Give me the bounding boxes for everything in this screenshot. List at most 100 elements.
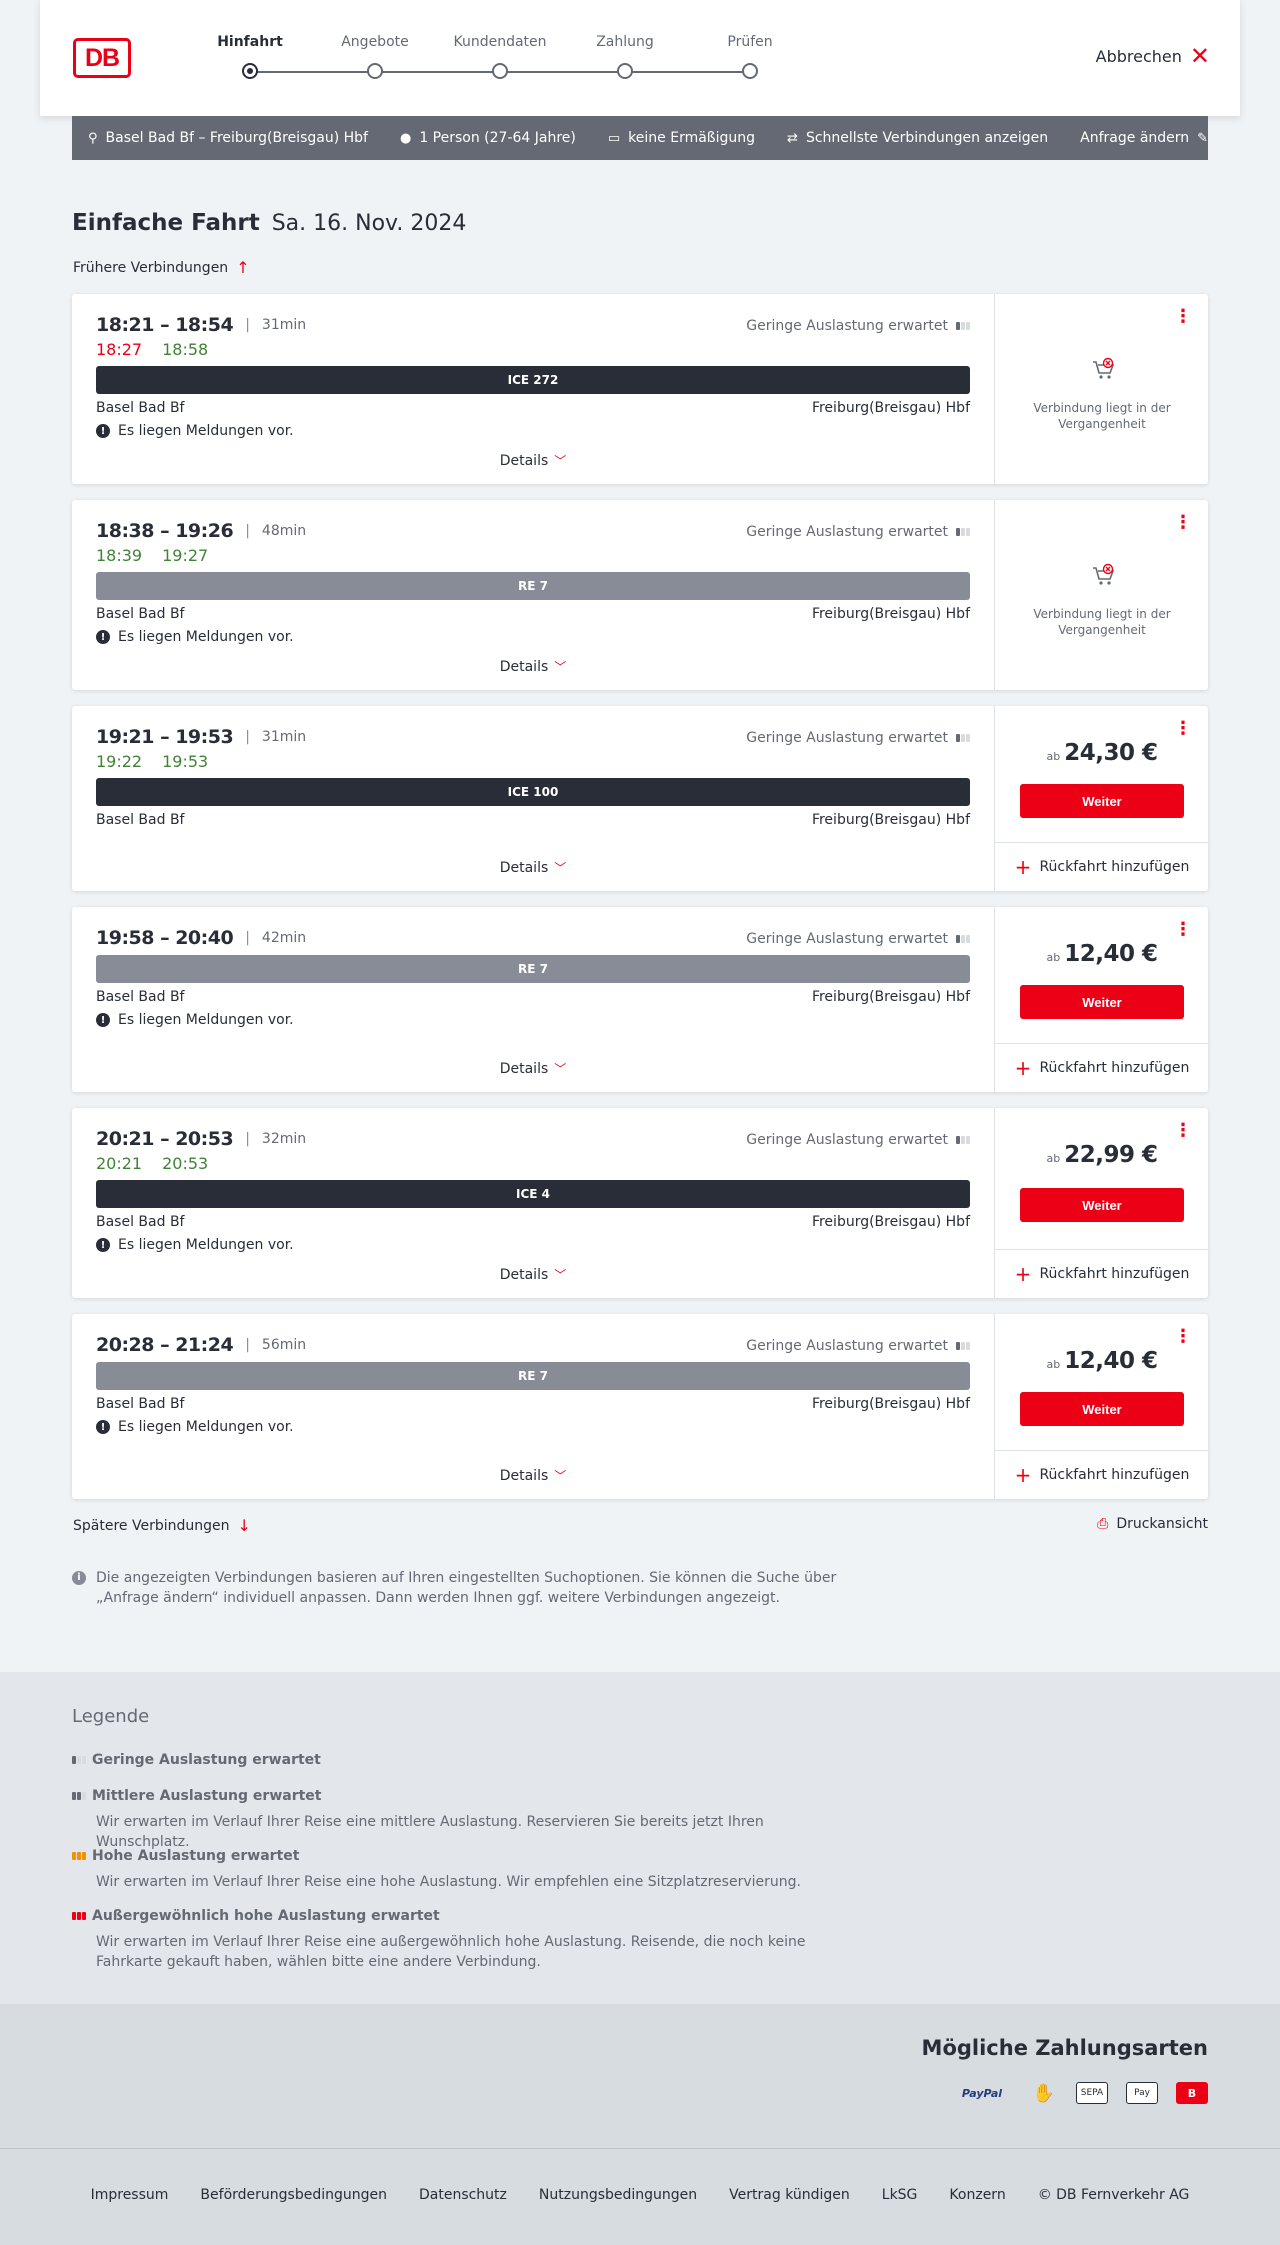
add-return-trip-button[interactable]: + Rückfahrt hinzufügen — [995, 1043, 1209, 1092]
info-icon: i — [72, 1571, 86, 1585]
continue-button[interactable]: Weiter — [1020, 985, 1184, 1019]
payment-methods-list: PayPal ✋ SEPA Pay B — [952, 2082, 1208, 2104]
legend-item-medium: Mittlere Auslastung erwartet Wir erwarte… — [72, 1788, 872, 1852]
step-label: Zahlung — [596, 34, 654, 50]
discount-summary[interactable]: ▭ keine Ermäßigung — [608, 130, 755, 146]
continue-button[interactable]: Weiter — [1020, 1392, 1184, 1426]
later-connections-link[interactable]: Spätere Verbindungen ↓ — [73, 1516, 251, 1535]
add-return-label: Rückfahrt hinzufügen — [1039, 859, 1190, 875]
footer-link-befoerderungsbedingungen[interactable]: Beförderungsbedingungen — [200, 2187, 387, 2203]
origin-station: Basel Bad Bf — [96, 400, 185, 416]
connection-card[interactable]: 20:28 – 21:24 | 56min Geringe Auslastung e… — [72, 1314, 1209, 1499]
more-options-icon[interactable]: ⋮ — [1174, 921, 1192, 939]
credit-card-contactless-icon: ✋ — [1032, 2082, 1056, 2104]
details-label: Details — [499, 860, 549, 876]
price-value: 12,40 € — [1064, 941, 1158, 967]
arrow-up-icon: ↑ — [236, 258, 250, 277]
plus-icon: + — [1014, 855, 1032, 879]
more-options-icon[interactable]: ⋮ — [1174, 514, 1192, 532]
details-toggle[interactable]: Details ﹀ — [72, 1060, 994, 1077]
discount-text: keine Ermäßigung — [628, 130, 756, 146]
separator: | — [245, 930, 250, 946]
connection-main: 19:58 – 20:40 | 42min Geringe Auslastung e… — [72, 907, 994, 1092]
train-bar[interactable]: ICE 272 — [96, 366, 970, 394]
earlier-connections-link[interactable]: Frühere Verbindungen ↑ — [73, 258, 250, 277]
realtime-arrival: 18:58 — [162, 340, 209, 359]
swap-arrows-icon: ⇄ — [787, 130, 798, 146]
details-toggle[interactable]: Details ﹀ — [72, 452, 994, 469]
payment-methods-section: Mögliche Zahlungsarten PayPal ✋ SEPA Pay… — [0, 2004, 1280, 2148]
arrow-down-icon: ↓ — [237, 1516, 251, 1535]
train-bar[interactable]: RE 7 — [96, 572, 970, 600]
destination-station: Freiburg(Breisgau) Hbf — [811, 1214, 970, 1230]
step-dot — [367, 63, 383, 79]
details-toggle[interactable]: Details ﹀ — [72, 1467, 994, 1484]
occupancy-info: Geringe Auslastung erwartet — [746, 318, 970, 334]
cancel-button[interactable]: Abbrechen ✕ — [1096, 44, 1210, 68]
occupancy-low-icon — [956, 734, 970, 742]
chevron-down-icon: ﹀ — [554, 1062, 567, 1076]
footer-link-nutzungsbedingungen[interactable]: Nutzungsbedingungen — [539, 2187, 697, 2203]
connection-card[interactable]: 19:21 – 19:53 | 31min 19:22 19:53 Geringe A… — [72, 706, 1209, 891]
add-return-label: Rückfahrt hinzufügen — [1039, 1266, 1190, 1282]
details-label: Details — [499, 1468, 549, 1484]
footer-link-datenschutz[interactable]: Datenschutz — [419, 2187, 507, 2203]
details-label: Details — [499, 1267, 549, 1283]
realtime-departure: 18:27 — [96, 340, 143, 359]
details-toggle[interactable]: Details ﹀ — [72, 1266, 994, 1283]
add-return-trip-button[interactable]: + Rückfahrt hinzufügen — [995, 842, 1209, 891]
add-return-trip-button[interactable]: + Rückfahrt hinzufügen — [995, 1249, 1209, 1298]
db-logo[interactable]: DB — [73, 38, 131, 78]
connection-offer: ⋮ ab 12,40 € Weiter + Rückfahrt hinzufügen — [994, 907, 1209, 1092]
route-summary[interactable]: ⚲ Basel Bad Bf – Freiburg(Breisgau) Hbf — [88, 130, 368, 146]
details-toggle[interactable]: Details ﹀ — [72, 658, 994, 675]
print-view-link[interactable]: ⎙ Druckansicht — [1097, 1516, 1208, 1532]
legend-title: Legende — [72, 1706, 150, 1727]
warning-icon: ! — [96, 424, 110, 438]
message-text: Es liegen Meldungen vor. — [118, 629, 294, 645]
connection-main: 20:28 – 21:24 | 56min Geringe Auslastung e… — [72, 1314, 994, 1499]
change-query-button[interactable]: Anfrage ändern ✎ — [1080, 130, 1208, 146]
footer-link-konzern[interactable]: Konzern — [949, 2187, 1005, 2203]
connection-card[interactable]: 18:38 – 19:26 | 48min 18:39 19:27 Geringe A… — [72, 500, 1208, 690]
realtime-times: 19:22 19:53 — [96, 752, 208, 771]
occupancy-info: Geringe Auslastung erwartet — [746, 1132, 970, 1148]
footer-link-impressum[interactable]: Impressum — [91, 2187, 169, 2203]
persons-summary[interactable]: ● 1 Person (27-64 Jahre) — [400, 130, 576, 146]
duration: 31min — [261, 317, 307, 333]
details-toggle[interactable]: Details ﹀ — [72, 859, 994, 876]
occupancy-very-high-icon — [72, 1912, 86, 1920]
person-icon: ● — [399, 130, 412, 146]
train-bar[interactable]: RE 7 — [96, 955, 970, 983]
more-options-icon[interactable]: ⋮ — [1174, 1122, 1192, 1140]
more-options-icon[interactable]: ⋮ — [1174, 720, 1192, 738]
planned-times: 20:21 – 20:53 — [96, 1128, 234, 1150]
message-notice: ! Es liegen Meldungen vor. — [96, 423, 294, 439]
warning-icon: ! — [96, 1420, 110, 1434]
train-bar[interactable]: RE 7 — [96, 1362, 970, 1390]
payment-methods-title: Mögliche Zahlungsarten — [921, 2036, 1208, 2060]
more-options-icon[interactable]: ⋮ — [1174, 1328, 1192, 1346]
connection-card[interactable]: 18:21 – 18:54 | 31min 18:27 18:58 Geringe A… — [72, 294, 1208, 484]
warning-icon: ! — [96, 1238, 110, 1252]
more-options-icon[interactable]: ⋮ — [1174, 308, 1192, 326]
fastest-connections-option[interactable]: ⇄ Schnellste Verbindungen anzeigen — [787, 130, 1048, 146]
info-text: Die angezeigten Verbindungen basieren au… — [96, 1570, 837, 1606]
planned-times: 18:38 – 19:26 — [96, 520, 234, 542]
train-bar[interactable]: ICE 4 — [96, 1180, 970, 1208]
message-text: Es liegen Meldungen vor. — [118, 1419, 294, 1435]
connection-card[interactable]: 20:21 – 20:53 | 32min 20:21 20:53 Geringe A… — [72, 1108, 1209, 1298]
connection-card[interactable]: 19:58 – 20:40 | 42min Geringe Auslastung e… — [72, 907, 1209, 1092]
connection-times: 20:21 – 20:53 | 32min — [96, 1128, 306, 1150]
add-return-trip-button[interactable]: + Rückfahrt hinzufügen — [995, 1450, 1209, 1499]
continue-button[interactable]: Weiter — [1020, 784, 1184, 818]
footer-link-lksg[interactable]: LkSG — [882, 2187, 918, 2203]
train-bar[interactable]: ICE 100 — [96, 778, 970, 806]
message-notice: ! Es liegen Meldungen vor. — [96, 1237, 294, 1253]
price-prefix: ab — [1046, 750, 1061, 763]
step-kundendaten: Kundendaten — [440, 34, 560, 79]
realtime-times: 18:39 19:27 — [96, 546, 208, 565]
db-voucher-icon: B — [1176, 2082, 1208, 2104]
footer-link-vertrag-kuendigen[interactable]: Vertrag kündigen — [729, 2187, 850, 2203]
continue-button[interactable]: Weiter — [1020, 1188, 1184, 1222]
